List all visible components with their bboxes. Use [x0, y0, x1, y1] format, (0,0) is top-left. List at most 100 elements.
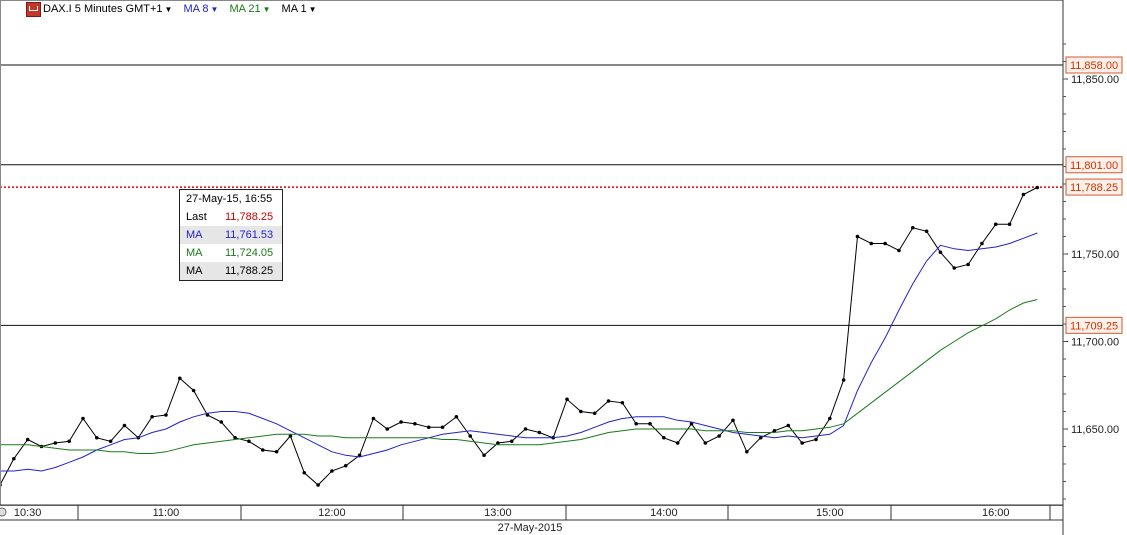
indicator-ma-8[interactable]: MA 8 ▼ — [183, 3, 218, 15]
price-point — [883, 241, 887, 246]
tooltip-value: 11,788.25 — [225, 265, 274, 277]
tooltip-key: Last — [186, 211, 207, 223]
price-point — [966, 262, 970, 267]
price-point — [482, 453, 486, 458]
price-point — [371, 416, 376, 421]
price-point — [786, 423, 791, 428]
y-tick-label: 11,750.00 — [1071, 249, 1119, 261]
price-point — [1007, 222, 1012, 227]
instrument-label: DAX.I 5 Minutes GMT+1 — [43, 3, 163, 15]
price-point — [910, 225, 915, 230]
chart-series — [0, 185, 1040, 487]
indicator-label: MA 8 — [183, 3, 209, 15]
y-tick-label: 11,650.00 — [1071, 424, 1119, 436]
date-label: 27-May-2015 — [498, 522, 563, 534]
price-point — [938, 250, 943, 255]
price-point — [703, 441, 708, 445]
x-tick-label: 11:00 — [153, 507, 180, 519]
price-point — [330, 469, 334, 473]
price-point — [454, 414, 459, 419]
price-point — [717, 434, 721, 438]
price-point — [648, 421, 652, 426]
tooltip-key: MA — [186, 265, 203, 277]
tooltip-row-ma-1: MA 11,788.25 — [180, 262, 282, 280]
price-point — [399, 420, 403, 424]
price-point — [413, 421, 417, 426]
price-point — [620, 400, 625, 405]
price-point — [745, 449, 749, 454]
x-tick-label: 15:00 — [816, 507, 844, 519]
price-point — [81, 416, 85, 421]
indicator-label: MA 21 — [229, 3, 261, 15]
price-point — [980, 241, 984, 246]
price-point — [426, 425, 431, 430]
indicator-ma-21[interactable]: MA 21 ▼ — [229, 3, 270, 15]
price-point — [800, 441, 804, 445]
time-axis: 10:30 11:00 12:00 13:00 14:00 15:00 16:00 27-Ma… — [0, 504, 1063, 534]
y-tick-label: 11,700.00 — [1071, 337, 1119, 349]
price-point — [993, 222, 998, 227]
price-point — [897, 248, 901, 253]
x-tick-label: 12:00 — [318, 507, 346, 519]
chevron-down-icon: ▼ — [262, 5, 271, 14]
price-point — [1035, 185, 1040, 190]
price-point — [316, 483, 320, 487]
price-point — [274, 449, 279, 454]
price-point — [12, 456, 16, 461]
price-point — [177, 376, 182, 381]
indicator-ma-1[interactable]: MA 1 ▼ — [282, 3, 317, 15]
price-point — [634, 421, 638, 426]
price-line — [0, 187, 1038, 486]
price-point — [537, 430, 542, 435]
price-point — [523, 427, 528, 431]
chevron-down-icon: ▼ — [308, 5, 317, 14]
price-point — [260, 448, 265, 452]
price-level-label: 11,858.00 — [1070, 60, 1118, 72]
tooltip-row-ma-21: MA 11,724.05 — [180, 244, 282, 262]
tooltip-value: 11,761.53 — [225, 229, 274, 241]
price-point — [108, 439, 113, 444]
price-point — [302, 470, 307, 475]
indicator-label: MA 1 — [281, 3, 307, 15]
price-point — [25, 437, 30, 442]
crosshair-tooltip: 27-May-15, 16:55 Last 11,788.25 MA 11,76… — [179, 189, 283, 281]
price-point — [869, 241, 874, 246]
price-point — [662, 435, 666, 440]
price-point — [841, 378, 846, 382]
cfd-logo-icon — [26, 1, 41, 17]
price-level-label: 11,801.00 — [1070, 160, 1118, 172]
price-point — [592, 411, 597, 416]
price-point — [924, 229, 929, 234]
ma-21-line — [0, 299, 1038, 454]
chevron-down-icon: ▼ — [210, 5, 219, 14]
scroll-start-icon — [0, 507, 7, 517]
price-level-label: 11,709.25 — [1070, 320, 1118, 332]
tooltip-row-ma-8: MA 11,761.53 — [180, 226, 282, 244]
price-chart[interactable]: 11,858.00 11,801.00 11,788.25 11,709.25 11,6… — [0, 0, 1127, 535]
price-point — [122, 423, 127, 428]
tooltip-value: 11,724.05 — [225, 247, 274, 259]
price-point — [952, 266, 957, 270]
y-tick-label: 11,850.00 — [1071, 74, 1119, 86]
price-point — [247, 439, 251, 444]
price-point — [191, 388, 196, 393]
x-tick-label: 14:00 — [650, 507, 678, 519]
price-point — [855, 234, 860, 239]
price-level-label: 11,788.25 — [1070, 182, 1118, 194]
price-point — [67, 439, 71, 444]
tooltip-title: 27-May-15, 16:55 — [186, 193, 273, 205]
price-point — [440, 425, 445, 430]
chart-header: DAX.I 5 Minutes GMT+1 ▼ MA 8 ▼ MA 21 ▼ MA 1… — [0, 0, 328, 18]
price-point — [343, 463, 348, 468]
instrument-selector[interactable]: DAX.I 5 Minutes GMT+1 ▼ — [43, 3, 172, 15]
chevron-down-icon: ▼ — [164, 5, 173, 14]
price-point — [579, 409, 583, 414]
price-point — [565, 397, 569, 402]
tooltip-row-last: Last 11,788.25 — [180, 208, 282, 226]
price-point — [509, 439, 514, 444]
price-point — [219, 420, 224, 424]
x-tick-label: 16:00 — [982, 507, 1010, 519]
price-point — [95, 435, 99, 440]
tooltip-key: MA — [186, 229, 203, 241]
price-point — [675, 441, 680, 445]
